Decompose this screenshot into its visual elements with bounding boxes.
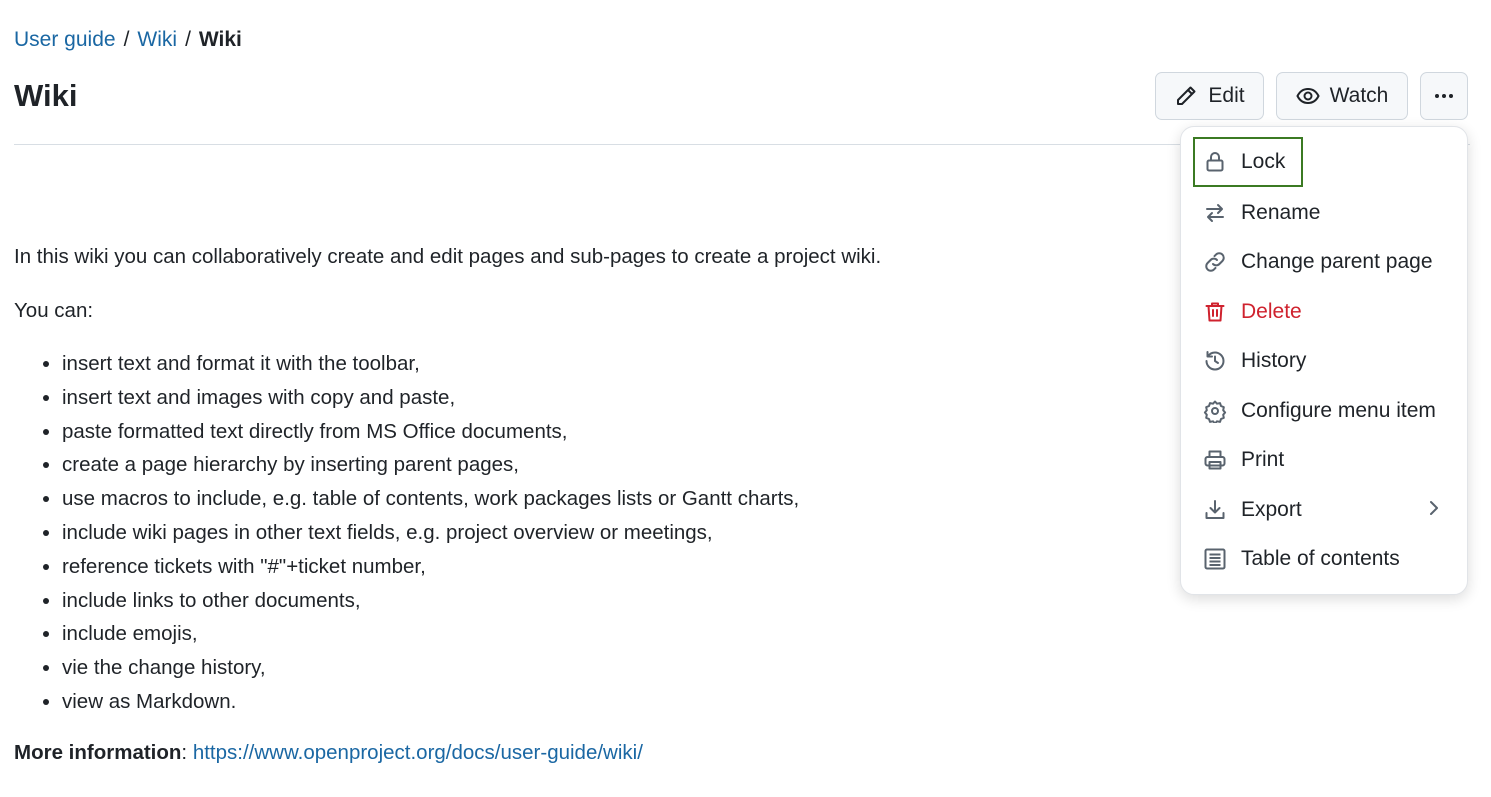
list-item: use macros to include, e.g. table of con…	[62, 482, 799, 516]
list-item: reference tickets with "#"+ticket number…	[62, 550, 799, 584]
history-icon	[1205, 351, 1225, 371]
list-item: insert text and images with copy and pas…	[62, 381, 799, 415]
more-information: More information: https://www.openprojec…	[14, 741, 643, 764]
more-actions-button[interactable]	[1420, 72, 1468, 120]
eye-icon	[1296, 87, 1320, 105]
menu-item-print[interactable]: Print	[1195, 437, 1284, 483]
lock-icon	[1206, 152, 1224, 172]
watch-button[interactable]: Watch	[1276, 72, 1408, 120]
arrows-swap-icon	[1206, 204, 1224, 222]
list-icon	[1204, 548, 1226, 570]
list-item: view as Markdown.	[62, 685, 799, 719]
breadcrumb-link-wiki[interactable]: Wiki	[137, 28, 177, 52]
watch-button-label: Watch	[1329, 84, 1389, 107]
gear-icon	[1203, 400, 1227, 423]
list-item: paste formatted text directly from MS Of…	[62, 415, 799, 449]
actions-dropdown-menu: Lock Rename Change parent page Delete Hi…	[1180, 126, 1468, 595]
menu-item-label: Table of contents	[1241, 547, 1400, 570]
pencil-icon	[1177, 86, 1196, 105]
feature-list: insert text and format it with the toolb…	[14, 347, 799, 719]
menu-item-label: Change parent page	[1241, 250, 1433, 273]
breadcrumb-link-user-guide[interactable]: User guide	[14, 28, 116, 52]
breadcrumb-current: Wiki	[198, 28, 242, 51]
more-info-label: More information	[14, 741, 182, 764]
menu-item-table-of-contents[interactable]: Table of contents	[1195, 536, 1400, 582]
download-icon	[1205, 500, 1225, 519]
list-item: include wiki pages in other text fields,…	[62, 516, 799, 550]
menu-item-lock[interactable]: Lock	[1192, 137, 1304, 187]
menu-item-label: History	[1241, 349, 1307, 372]
list-item: insert text and format it with the toolb…	[62, 347, 799, 381]
edit-button-label: Edit	[1208, 84, 1245, 107]
chevron-right-icon	[1430, 501, 1438, 515]
breadcrumb-separator: /	[185, 28, 191, 51]
page-title: Wiki	[14, 78, 78, 113]
you-can-text: You can:	[14, 299, 94, 322]
menu-item-label: Rename	[1241, 201, 1321, 224]
trash-icon	[1205, 302, 1225, 322]
menu-item-change-parent-page[interactable]: Change parent page	[1195, 239, 1433, 285]
edit-button[interactable]: Edit	[1155, 72, 1264, 120]
menu-item-label: Lock	[1241, 150, 1286, 173]
list-item: include emojis,	[62, 617, 799, 651]
link-icon	[1205, 252, 1225, 272]
more-info-link[interactable]: https://www.openproject.org/docs/user-gu…	[193, 741, 643, 764]
kebab-horizontal-icon	[1435, 94, 1453, 98]
menu-item-rename[interactable]: Rename	[1195, 190, 1320, 236]
list-item: include links to other documents,	[62, 584, 799, 618]
list-item: create a page hierarchy by inserting par…	[62, 448, 799, 482]
menu-item-label: Delete	[1241, 300, 1302, 323]
menu-item-delete[interactable]: Delete	[1195, 289, 1302, 335]
menu-item-label: Print	[1241, 448, 1285, 471]
breadcrumb: User guide / Wiki / Wiki	[14, 28, 242, 52]
menu-item-history[interactable]: History	[1195, 338, 1306, 384]
menu-item-label: Export	[1241, 498, 1302, 521]
menu-item-configure[interactable]: Configure menu item	[1195, 388, 1436, 434]
breadcrumb-separator: /	[123, 28, 130, 51]
menu-item-label: Configure menu item	[1241, 399, 1436, 422]
printer-icon	[1204, 450, 1226, 470]
intro-text: In this wiki you can collaboratively cre…	[14, 245, 882, 268]
list-item: vie the change history,	[62, 651, 799, 685]
menu-item-export[interactable]: Export	[1195, 487, 1302, 533]
